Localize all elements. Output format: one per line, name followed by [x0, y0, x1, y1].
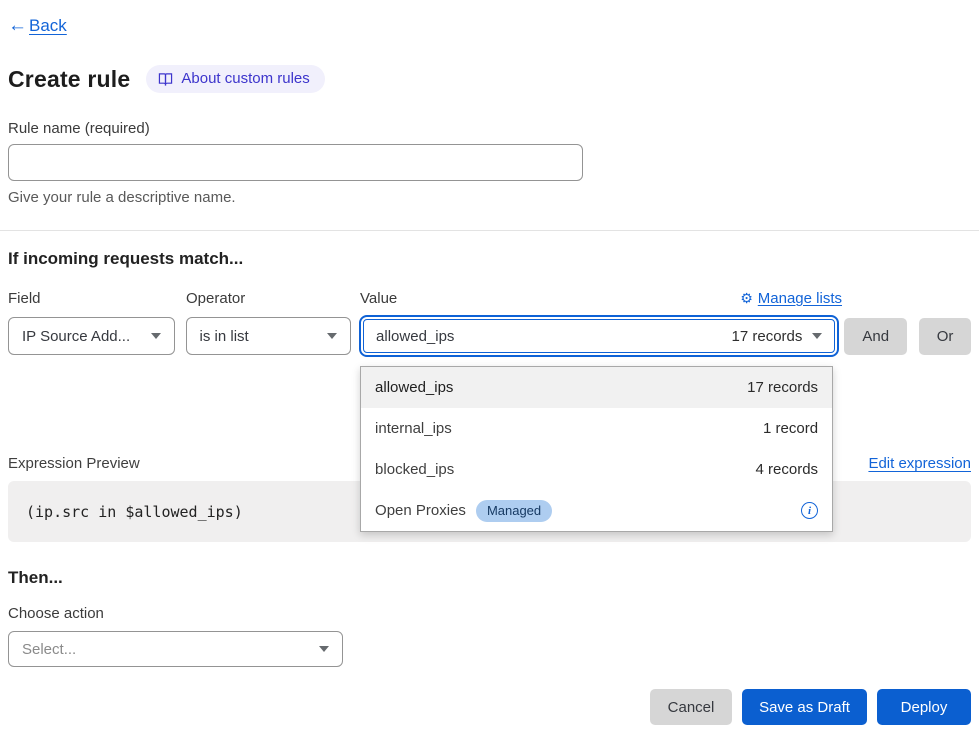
dropdown-option-allowed-ips[interactable]: allowed_ips 17 records — [361, 367, 832, 408]
dropdown-option-open-proxies[interactable]: Open Proxies Managed i — [361, 490, 832, 531]
title-row: Create rule About custom rules — [8, 65, 971, 93]
value-select-wrapper: allowed_ips 17 records allowed_ips 17 re… — [359, 315, 839, 357]
expression-code: (ip.src in $allowed_ips) — [26, 503, 243, 521]
gear-icon: ⚙ — [740, 290, 753, 307]
manage-lists-link[interactable]: ⚙ Manage lists — [740, 290, 842, 307]
about-custom-rules-link[interactable]: About custom rules — [146, 65, 324, 93]
deploy-button[interactable]: Deploy — [877, 689, 971, 725]
section-divider — [0, 230, 979, 231]
option-records: 1 record — [763, 420, 818, 437]
field-label: Field — [8, 290, 186, 307]
operator-label: Operator — [186, 290, 360, 307]
page-title: Create rule — [8, 66, 130, 93]
action-select-placeholder: Select... — [22, 641, 76, 658]
match-section-heading: If incoming requests match... — [8, 249, 971, 269]
value-dropdown-menu: allowed_ips 17 records internal_ips 1 re… — [360, 366, 833, 532]
option-name: allowed_ips — [375, 379, 453, 396]
operator-select[interactable]: is in list — [186, 317, 352, 355]
option-name: blocked_ips — [375, 461, 454, 478]
chevron-down-icon — [319, 646, 329, 652]
dropdown-option-internal-ips[interactable]: internal_ips 1 record — [361, 408, 832, 449]
back-link[interactable]: ←Back — [8, 16, 67, 36]
value-select-records: 17 records — [732, 328, 803, 345]
chevron-down-icon — [327, 333, 337, 339]
create-rule-page: ←Back Create rule About custom rules Rul… — [0, 0, 979, 739]
rule-name-input[interactable] — [8, 144, 583, 181]
manage-lists-label: Manage lists — [758, 290, 842, 307]
rule-name-label: Rule name (required) — [8, 120, 971, 137]
chevron-down-icon — [151, 333, 161, 339]
value-select[interactable]: allowed_ips 17 records — [363, 319, 835, 353]
option-name: Open Proxies — [375, 502, 466, 519]
option-records: 17 records — [747, 379, 818, 396]
then-section-heading: Then... — [8, 568, 971, 588]
footer-actions: Cancel Save as Draft Deploy — [8, 689, 971, 725]
chevron-down-icon — [812, 333, 822, 339]
expression-preview-label: Expression Preview — [8, 455, 140, 472]
edit-expression-link[interactable]: Edit expression — [868, 455, 971, 472]
book-icon — [158, 72, 173, 86]
back-arrow-icon: ← — [8, 17, 27, 35]
managed-badge: Managed — [476, 500, 552, 522]
info-icon[interactable]: i — [801, 502, 818, 519]
option-name: internal_ips — [375, 420, 452, 437]
cancel-button[interactable]: Cancel — [650, 689, 732, 725]
field-select[interactable]: IP Source Add... — [8, 317, 175, 355]
choose-action-label: Choose action — [8, 605, 971, 622]
action-select[interactable]: Select... — [8, 631, 343, 667]
operator-select-value: is in list — [200, 328, 249, 345]
condition-row: IP Source Add... is in list allowed_ips … — [8, 315, 971, 357]
dropdown-option-blocked-ips[interactable]: blocked_ips 4 records — [361, 449, 832, 490]
condition-labels-row: Field Operator Value ⚙ Manage lists — [8, 290, 971, 307]
about-badge-label: About custom rules — [181, 70, 309, 87]
value-select-focus-ring: allowed_ips 17 records — [359, 315, 839, 357]
option-records: 4 records — [756, 461, 819, 478]
and-button[interactable]: And — [844, 318, 907, 355]
field-select-value: IP Source Add... — [22, 328, 130, 345]
value-label: Value — [360, 290, 397, 307]
or-button[interactable]: Or — [919, 318, 971, 355]
save-as-draft-button[interactable]: Save as Draft — [742, 689, 867, 725]
back-link-label: Back — [29, 16, 67, 36]
rule-name-help-text: Give your rule a descriptive name. — [8, 189, 971, 206]
value-select-name: allowed_ips — [376, 328, 454, 345]
